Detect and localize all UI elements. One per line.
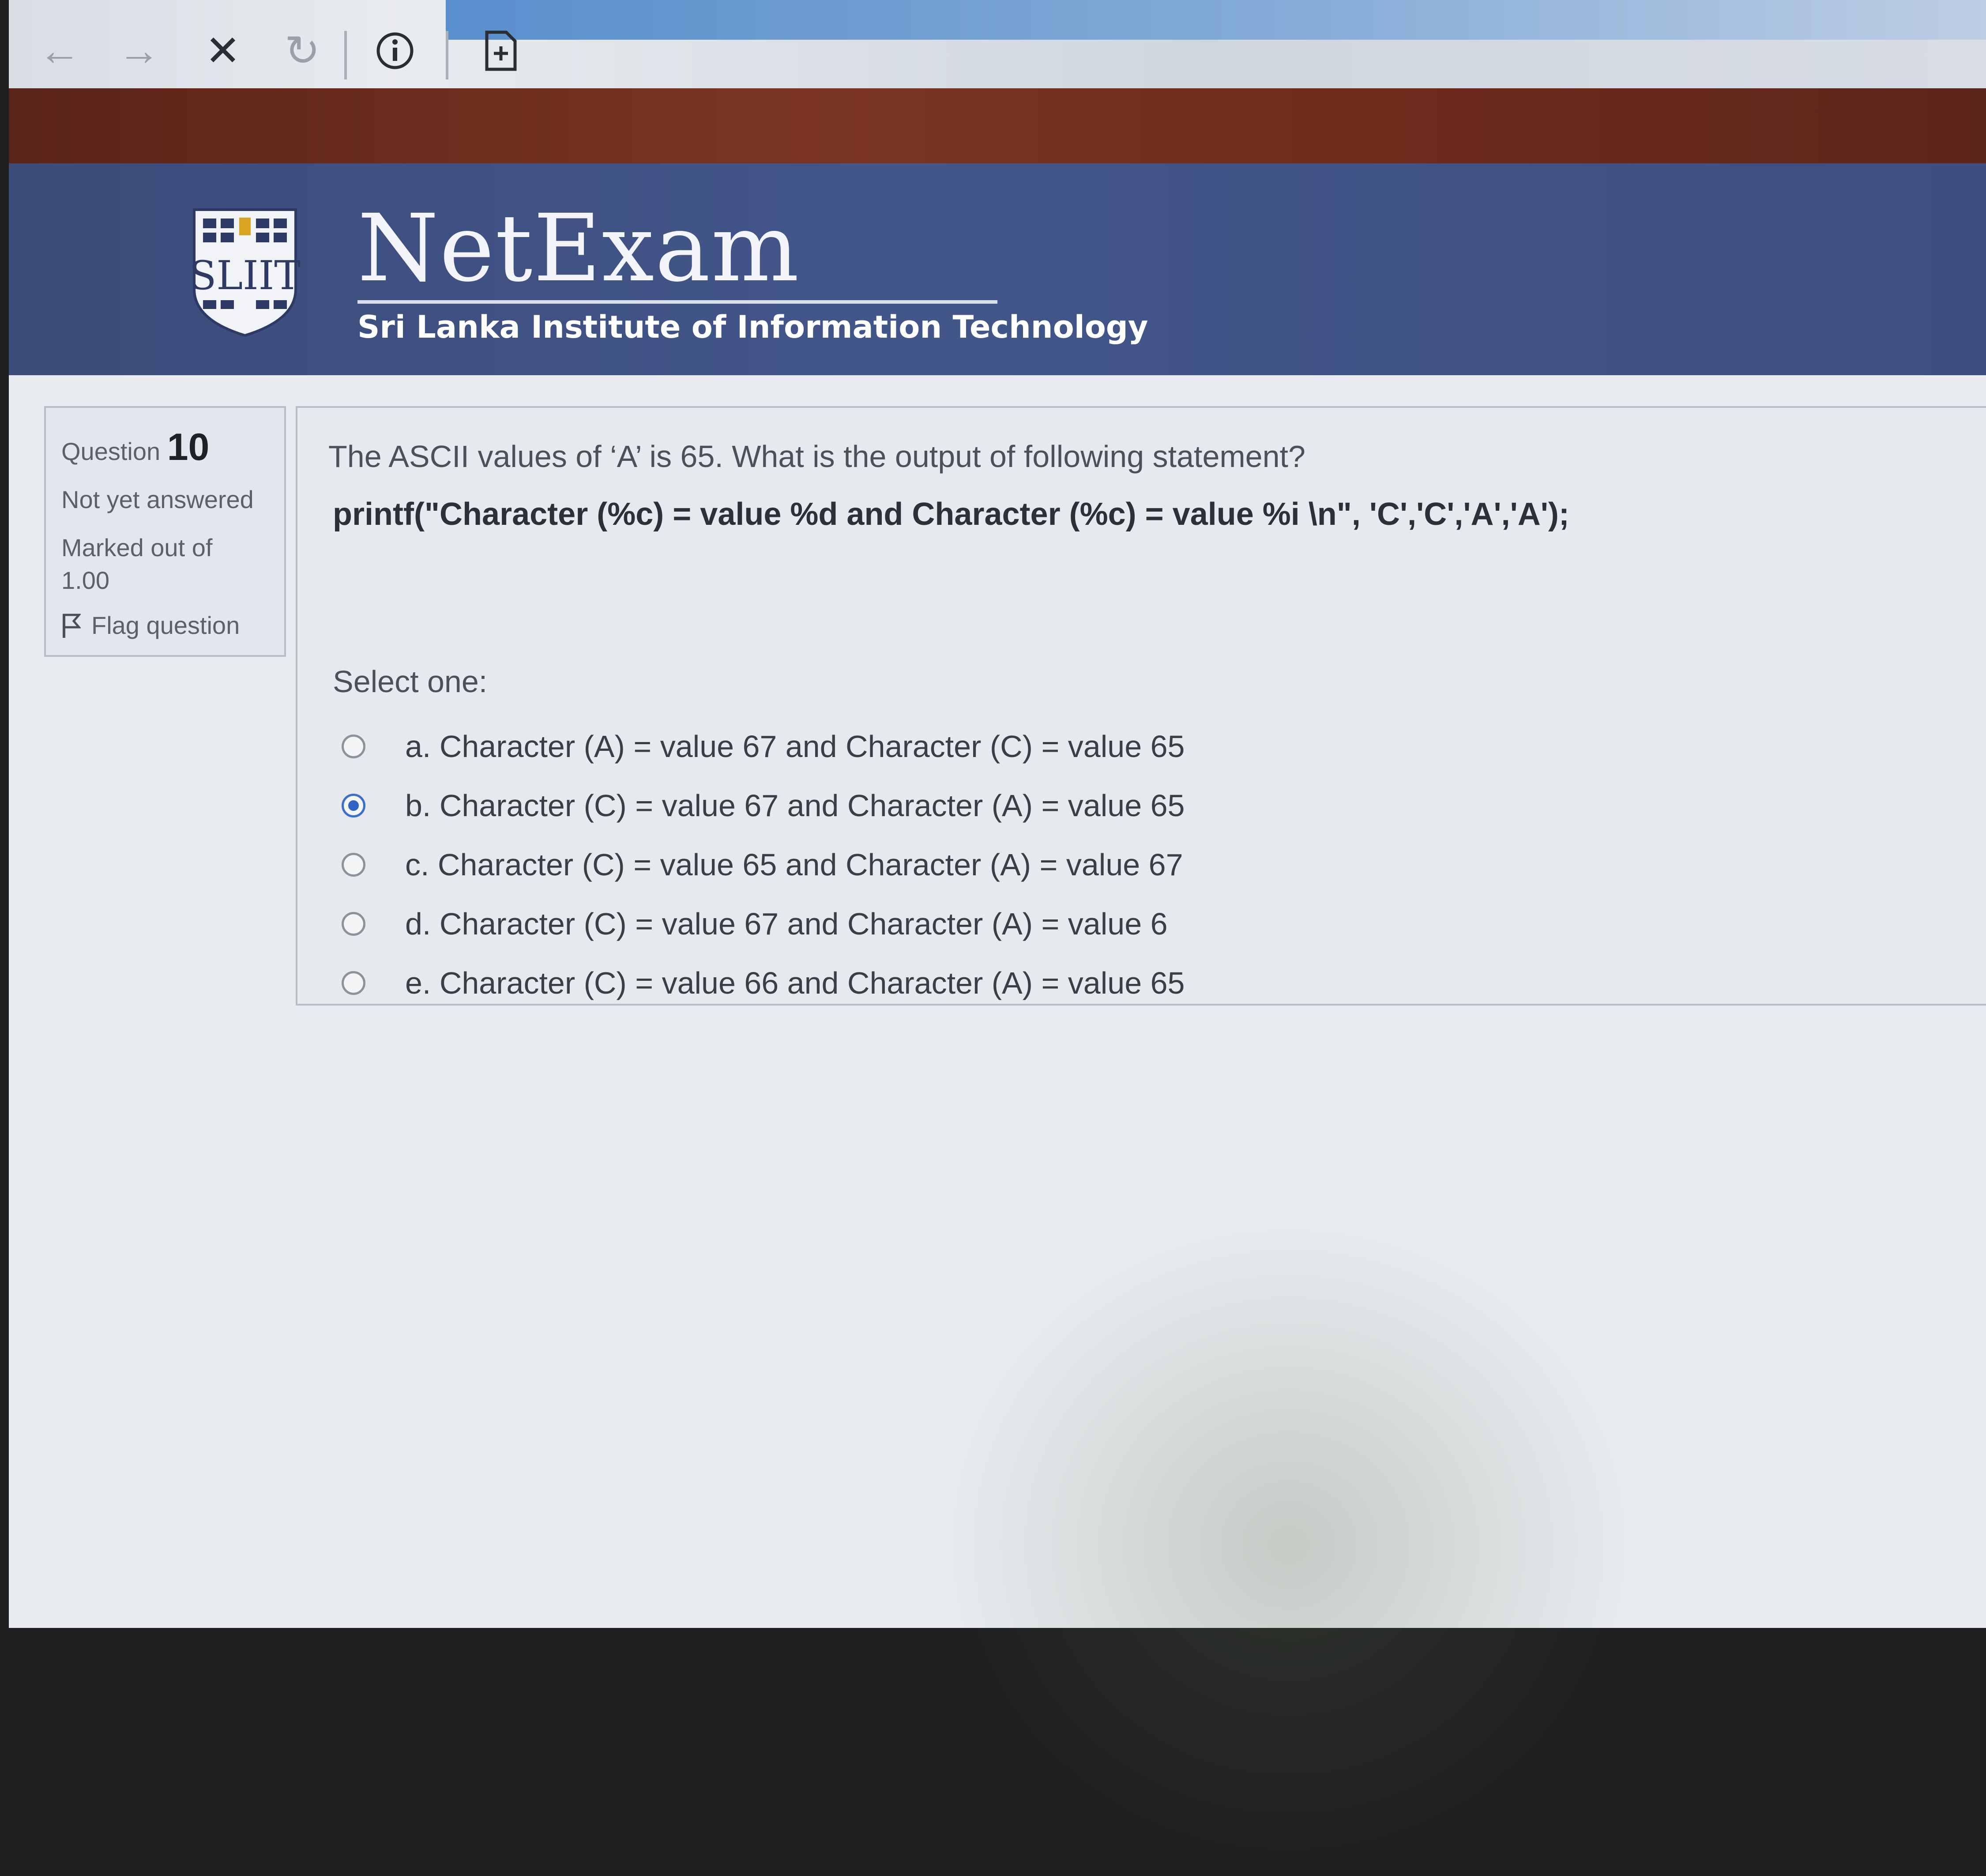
option-a-radio[interactable] — [342, 735, 365, 758]
marked-label: Marked out of — [61, 534, 213, 561]
forward-arrow-icon[interactable]: → — [115, 26, 163, 75]
option-c[interactable]: c. Character (C) = value 65 and Characte… — [342, 835, 1185, 894]
browser-toolbar: ← → ✕ ↻ — [9, 0, 1986, 90]
toolbar-divider — [344, 31, 347, 79]
site-top-strip — [9, 88, 1986, 163]
option-d-radio[interactable] — [342, 912, 365, 936]
site-title: NetExam — [357, 194, 800, 302]
question-text: The ASCII values of ‘A’ is 65. What is t… — [328, 439, 1305, 474]
question-number-label: Question 10 — [61, 426, 209, 469]
screen-glare — [936, 1214, 1642, 1876]
option-e-label[interactable]: e. Character (C) = value 66 and Characte… — [405, 965, 1185, 1001]
question-number: 10 — [167, 426, 210, 468]
option-b[interactable]: b. Character (C) = value 67 and Characte… — [342, 776, 1185, 835]
option-c-label[interactable]: c. Character (C) = value 65 and Characte… — [405, 847, 1183, 882]
option-b-label[interactable]: b. Character (C) = value 67 and Characte… — [405, 788, 1185, 823]
reload-icon[interactable]: ↻ — [278, 26, 327, 75]
flag-question-link[interactable]: Flag question — [61, 611, 240, 640]
info-icon[interactable] — [371, 26, 419, 75]
main-content: Question 10 Not yet answered Marked out … — [9, 375, 1986, 1876]
marked-value: 1.00 — [61, 566, 109, 594]
address-bar[interactable] — [446, 0, 1986, 40]
logo-text: SLIIT — [190, 252, 300, 299]
option-b-radio[interactable] — [342, 794, 365, 817]
question-panel: The ASCII values of ‘A’ is 65. What is t… — [296, 406, 1986, 1006]
back-arrow-icon[interactable]: ← — [35, 26, 84, 75]
flag-icon — [63, 614, 81, 638]
option-d-label[interactable]: d. Character (C) = value 67 and Characte… — [405, 906, 1168, 942]
option-e-radio[interactable] — [342, 971, 365, 995]
title-underline — [357, 300, 997, 304]
answer-options: a. Character (A) = value 67 and Characte… — [342, 717, 1185, 1013]
site-subtitle: Sri Lanka Institute of Information Techn… — [357, 309, 1148, 345]
toolbar-divider — [446, 31, 448, 79]
option-e[interactable]: e. Character (C) = value 66 and Characte… — [342, 953, 1185, 1013]
select-one-label: Select one: — [333, 664, 488, 699]
site-header: SLIIT NetExam Sri Lanka Institute of Inf… — [9, 163, 1986, 375]
option-a-label[interactable]: a. Character (A) = value 67 and Characte… — [405, 729, 1185, 764]
option-a[interactable]: a. Character (A) = value 67 and Characte… — [342, 717, 1185, 776]
question-info-panel: Question 10 Not yet answered Marked out … — [44, 406, 286, 657]
marked-out-of: Marked out of 1.00 — [61, 531, 212, 597]
option-c-radio[interactable] — [342, 853, 365, 877]
close-icon[interactable]: ✕ — [199, 26, 247, 75]
question-code: printf("Character (%c) = value %d and Ch… — [333, 497, 1569, 532]
option-d[interactable]: d. Character (C) = value 67 and Characte… — [342, 894, 1185, 953]
monitor-screen: ← → ✕ ↻ SLIIT NetExam Sri Lanka Institut… — [9, 0, 1986, 1876]
page-plus-icon[interactable] — [477, 26, 525, 75]
question-label: Question — [61, 437, 161, 465]
flag-question-label: Flag question — [91, 611, 240, 639]
answer-state: Not yet answered — [61, 486, 254, 513]
sliit-logo: SLIIT — [189, 205, 301, 338]
